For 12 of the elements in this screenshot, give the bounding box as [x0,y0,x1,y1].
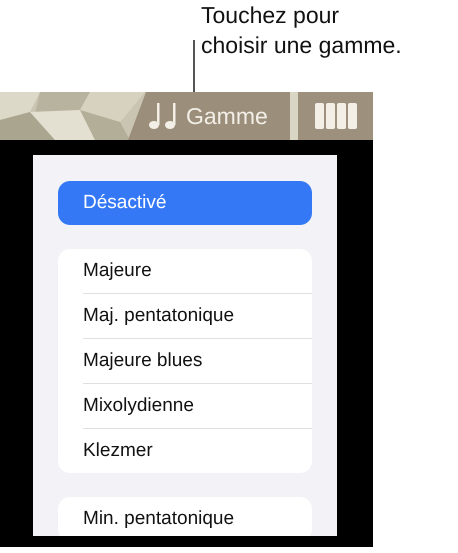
leader-line [193,40,195,92]
scale-option[interactable]: Min. pentatonique [83,497,312,536]
scale-option[interactable]: Maj. pentatonique [83,293,312,338]
bars-icon [314,103,356,129]
keyboard-view-button[interactable] [298,92,373,140]
scale-option[interactable]: Majeure blues [83,338,312,383]
scale-option[interactable]: Klezmer [83,428,312,473]
off-option[interactable]: Désactivé [58,181,312,225]
scale-option[interactable]: Mixolydienne [83,383,312,428]
callout-text: Touchez pour choisir une gamme. [201,1,402,60]
notes-icon [148,103,178,129]
scale-option[interactable]: Majeure [83,249,312,293]
